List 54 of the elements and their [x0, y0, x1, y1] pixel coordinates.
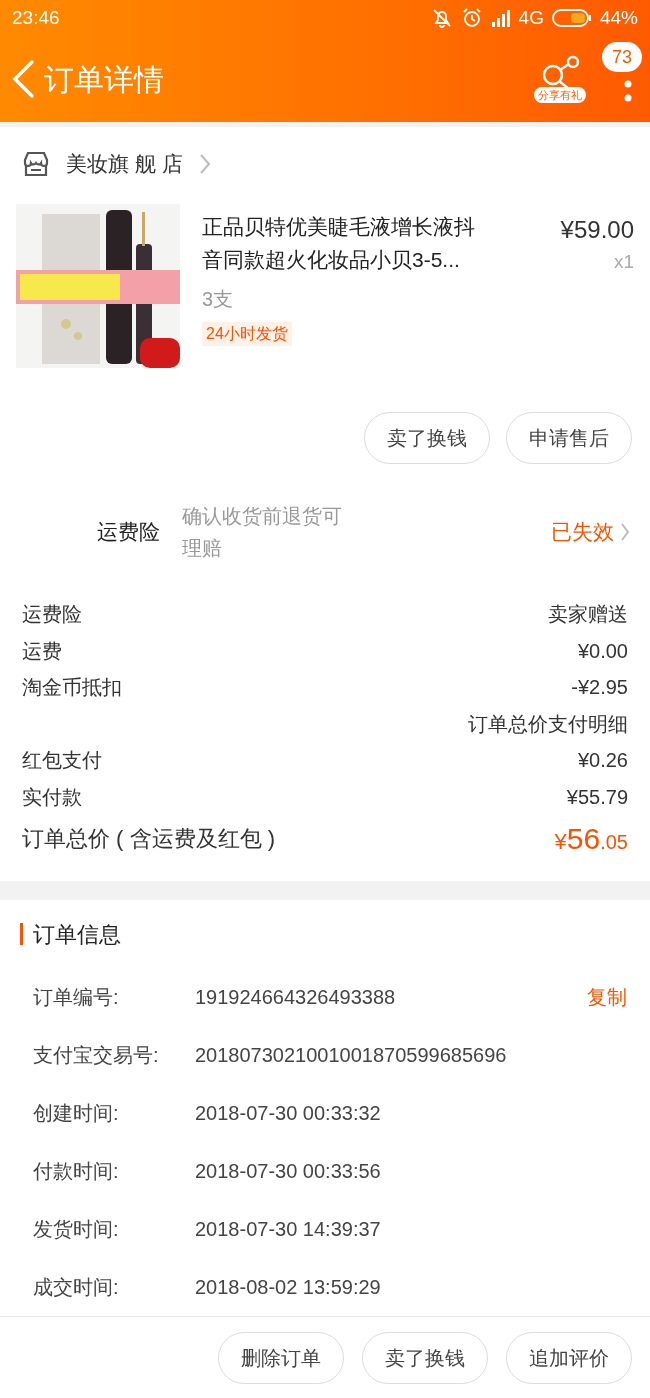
info-label: 支付宝交易号: [33, 1043, 160, 1069]
action-button[interactable]: 追加评价 [506, 1331, 632, 1384]
info-label: 订单编号: [33, 985, 120, 1011]
store-name: 美妆旗 舰 店 [66, 150, 183, 177]
back-icon[interactable] [10, 59, 36, 99]
price-label: 实付款 [22, 784, 82, 810]
battery-icon [551, 8, 592, 28]
price-note: 订单总价支付明细 [468, 711, 628, 737]
info-value: 191924664326493388 [195, 985, 397, 1011]
network-label: 4G [518, 5, 544, 30]
product-title[interactable]: 正品贝特优美睫毛液增长液抖音同款超火化妆品小贝3-5... [202, 209, 492, 276]
chevron-right-icon [620, 521, 630, 542]
more-icon[interactable] [624, 78, 632, 104]
info-value: 2018073021001001870599685696 [195, 1043, 508, 1069]
info-label: 付款时间: [33, 1159, 120, 1185]
product-variant: 3支 [202, 286, 234, 312]
price-label: 运费险 [22, 602, 82, 628]
info-value: 2018-08-02 13:59:29 [195, 1275, 382, 1301]
action-button[interactable]: 申请售后 [506, 411, 632, 464]
action-button[interactable]: 卖了换钱 [364, 411, 490, 464]
action-button[interactable]: 删除订单 [218, 1331, 344, 1384]
product-quantity: x1 [613, 249, 634, 274]
page-title: 订单详情 [44, 61, 164, 98]
price-value: ¥0.26 [577, 748, 628, 774]
total-label: 订单总价 ( 含运费及红包 ) [22, 825, 275, 854]
store-icon [22, 150, 50, 177]
info-value: 2018-07-30 00:33:56 [195, 1159, 382, 1185]
info-value: 2018-07-30 00:33:32 [195, 1101, 382, 1127]
info-label: 创建时间: [33, 1101, 120, 1127]
share-label: 分享有礼 [534, 87, 586, 103]
accent-bar [20, 923, 23, 946]
product-price: ¥59.00 [560, 214, 634, 245]
info-label: 成交时间: [33, 1275, 120, 1301]
status-time: 23:46 [12, 5, 60, 30]
price-label: 运费 [22, 638, 62, 664]
price-label: 红包支付 [22, 748, 102, 774]
shipping-tag: 24小时发货 [202, 321, 292, 346]
price-value: ¥0.00 [577, 638, 628, 664]
section-title: 订单信息 [33, 920, 121, 949]
price-value: -¥2.95 [571, 675, 628, 701]
price-value: ¥55.79 [566, 784, 628, 810]
chevron-right-icon[interactable] [198, 152, 211, 175]
price-label: 淘金币抵扣 [22, 675, 122, 701]
total-price: ¥56.05 [554, 821, 628, 858]
notification-badge: 73 [601, 42, 642, 72]
mute-icon [430, 7, 453, 29]
price-value: 卖家赠送 [548, 602, 628, 628]
action-button[interactable]: 卖了换钱 [362, 1331, 488, 1384]
info-value: 2018-07-30 14:39:37 [195, 1217, 382, 1243]
battery-percent: 44% [599, 5, 638, 30]
signal-icon [490, 9, 511, 27]
info-label: 发货时间: [33, 1217, 120, 1243]
insurance-description: 确认收货前退货可理赔 [182, 503, 343, 561]
insurance-label: 运费险 [96, 519, 161, 546]
